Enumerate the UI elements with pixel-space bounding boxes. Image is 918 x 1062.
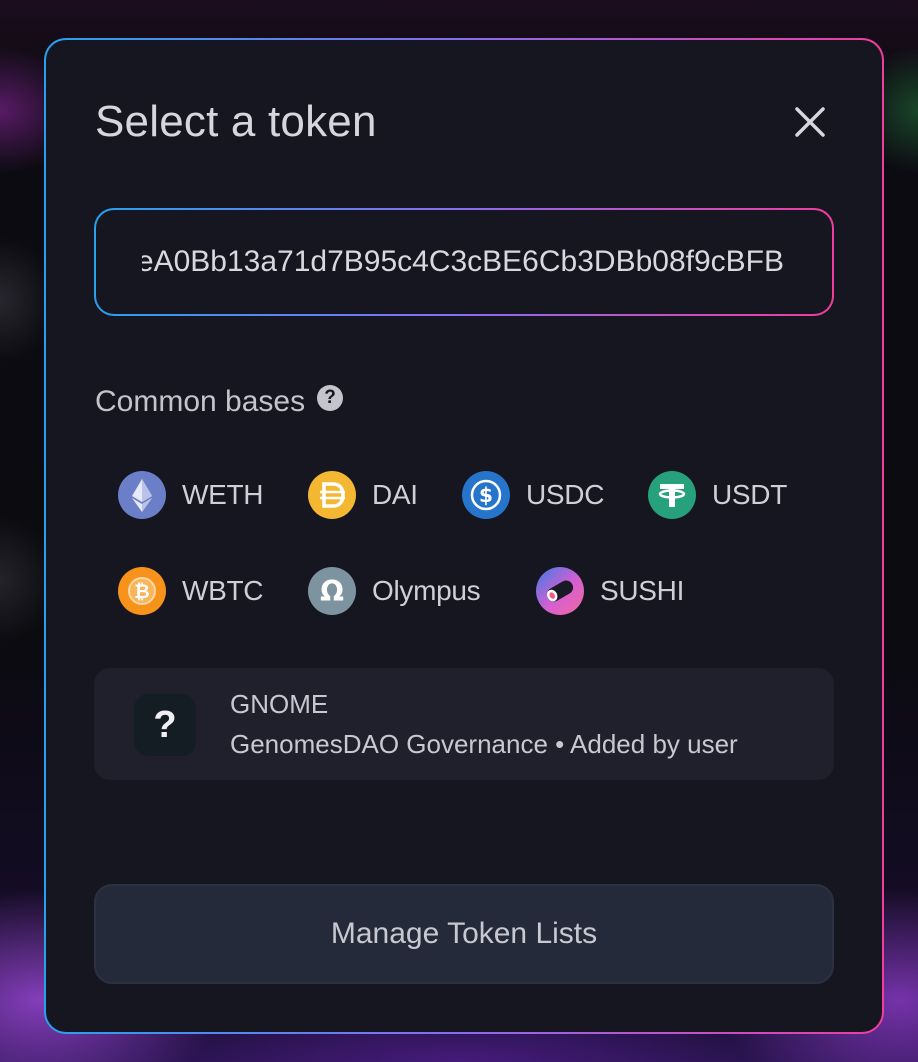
svg-text:$: $: [479, 483, 493, 507]
wbtc-logo-icon: ₿: [118, 567, 166, 615]
base-token-dai[interactable]: DAI: [308, 470, 418, 520]
base-token-weth[interactable]: WETH: [118, 470, 264, 520]
token-search-input[interactable]: [96, 210, 832, 314]
common-bases-label: Common bases ?: [95, 384, 344, 420]
token-description: GenomesDAO Governance • Added by user: [230, 729, 738, 759]
usdc-logo-icon: $: [462, 471, 510, 519]
token-symbol: GNOME: [230, 689, 329, 719]
base-token-sushi[interactable]: SUSHI: [536, 566, 684, 616]
modal-title: Select a token: [95, 97, 377, 146]
close-button[interactable]: [788, 100, 832, 144]
olympus-logo-icon: Ω: [308, 567, 356, 615]
token-list-item[interactable]: ? GNOME GenomesDAO Governance • Added by…: [94, 668, 834, 780]
svg-text:Ω: Ω: [320, 575, 344, 608]
search-field: [94, 208, 834, 316]
token-select-modal: Select a token Common bases ?: [44, 38, 884, 1034]
modal-body: Select a token Common bases ?: [46, 40, 882, 1032]
base-token-wbtc[interactable]: ₿ WBTC: [118, 566, 264, 616]
base-token-usdc[interactable]: $ USDC: [462, 470, 604, 520]
manage-token-lists-button[interactable]: Manage Token Lists: [94, 884, 834, 984]
question-circle-icon[interactable]: ?: [317, 385, 344, 411]
base-token-olympus[interactable]: Ω Olympus: [308, 566, 481, 616]
unknown-token-icon: ?: [134, 694, 196, 756]
sushi-logo-icon: [536, 567, 584, 615]
weth-logo-icon: [118, 471, 166, 519]
close-icon: [795, 107, 825, 137]
base-token-usdt[interactable]: USDT: [648, 470, 787, 520]
usdt-logo-icon: [648, 471, 696, 519]
svg-text:₿: ₿: [134, 581, 149, 603]
dai-logo-icon: [308, 471, 356, 519]
